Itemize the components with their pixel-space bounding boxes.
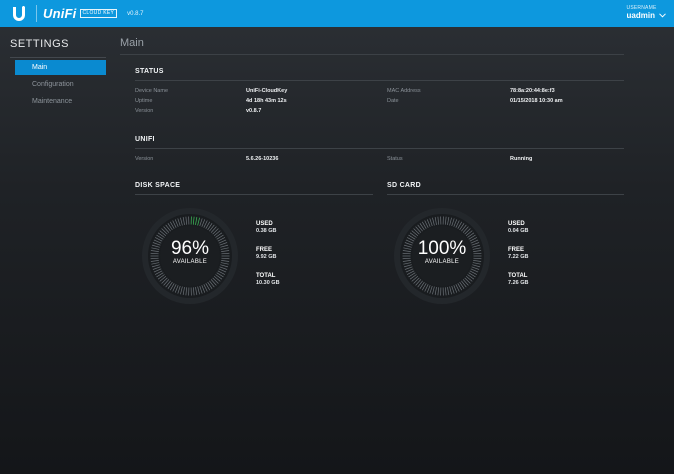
page-title-divider xyxy=(120,54,624,55)
unifi-divider xyxy=(135,148,624,149)
brand-name: UniFi xyxy=(43,6,77,21)
sd-available-label: AVAILABLE xyxy=(424,259,460,265)
mac-address-value: 78:8a:20:44:8e:f3 xyxy=(510,88,555,94)
disk-space-gauge: 96% AVAILABLE xyxy=(140,206,240,306)
date-value: 01/15/2018 10:30 am xyxy=(510,98,563,104)
sd-used-label: USED xyxy=(508,221,525,227)
product-badge: CLOUD KEY xyxy=(79,9,118,18)
ubiquiti-logo-icon[interactable] xyxy=(10,5,28,22)
sd-free-value: 7.22 GB xyxy=(508,254,529,260)
unifi-heading: UNIFI xyxy=(135,136,155,143)
sd-free-label: FREE xyxy=(508,247,525,253)
topbar-divider xyxy=(36,5,37,22)
unifi-status-value: Running xyxy=(510,156,533,162)
sd-card-heading: SD CARD xyxy=(387,182,421,189)
device-name-label: Device Name xyxy=(135,88,169,94)
user-menu[interactable]: USERNAME uadmin xyxy=(627,5,666,20)
chevron-down-icon xyxy=(659,11,666,20)
disk-space-divider xyxy=(135,194,373,195)
disk-available-label: AVAILABLE xyxy=(172,259,208,265)
version-label: Version xyxy=(135,108,154,114)
disk-total-label: TOTAL xyxy=(256,273,276,279)
top-bar: UniFi CLOUD KEY v0.8.7 USERNAME uadmin xyxy=(0,0,674,27)
version-value: v0.8.7 xyxy=(246,108,262,114)
sd-used-value: 0.04 GB xyxy=(508,228,529,234)
username-value: uadmin xyxy=(626,11,655,20)
username-dropdown[interactable]: uadmin xyxy=(627,11,666,20)
mac-address-label: MAC Address xyxy=(387,88,421,94)
settings-sidebar: SETTINGS Main Configuration Maintenance xyxy=(0,27,106,474)
date-label: Date xyxy=(387,98,399,104)
disk-used-label: USED xyxy=(256,221,273,227)
sd-total-value: 7.26 GB xyxy=(508,280,529,286)
topbar-version: v0.8.7 xyxy=(127,10,144,17)
sd-total-label: TOTAL xyxy=(508,273,528,279)
sd-card-gauge: 100% AVAILABLE xyxy=(392,206,492,306)
disk-total-value: 10.30 GB xyxy=(256,280,280,286)
unifi-status-label: Status xyxy=(387,156,403,162)
disk-free-value: 9.92 GB xyxy=(256,254,277,260)
disk-free-label: FREE xyxy=(256,247,273,253)
sd-card-divider xyxy=(387,194,624,195)
unifi-version-value: 5.6.26-10236 xyxy=(246,156,279,162)
disk-space-heading: DISK SPACE xyxy=(135,182,181,189)
status-divider xyxy=(135,80,624,81)
sidebar-divider xyxy=(10,57,106,58)
status-heading: STATUS xyxy=(135,68,164,75)
device-name-value: UniFi-CloudKey xyxy=(246,88,288,94)
sd-available-percent: 100% xyxy=(417,238,467,259)
sidebar-item-main[interactable]: Main xyxy=(15,60,106,75)
disk-used-value: 0.38 GB xyxy=(256,228,277,234)
sidebar-item-configuration[interactable]: Configuration xyxy=(15,77,106,92)
uptime-value: 4d 18h 43m 12s xyxy=(246,98,287,104)
page-title: Main xyxy=(120,37,144,49)
uptime-label: Uptime xyxy=(135,98,153,104)
sidebar-item-maintenance[interactable]: Maintenance xyxy=(15,94,106,109)
unifi-version-label: Version xyxy=(135,156,154,162)
sidebar-title: SETTINGS xyxy=(10,38,70,50)
disk-available-percent: 96% xyxy=(170,238,210,259)
